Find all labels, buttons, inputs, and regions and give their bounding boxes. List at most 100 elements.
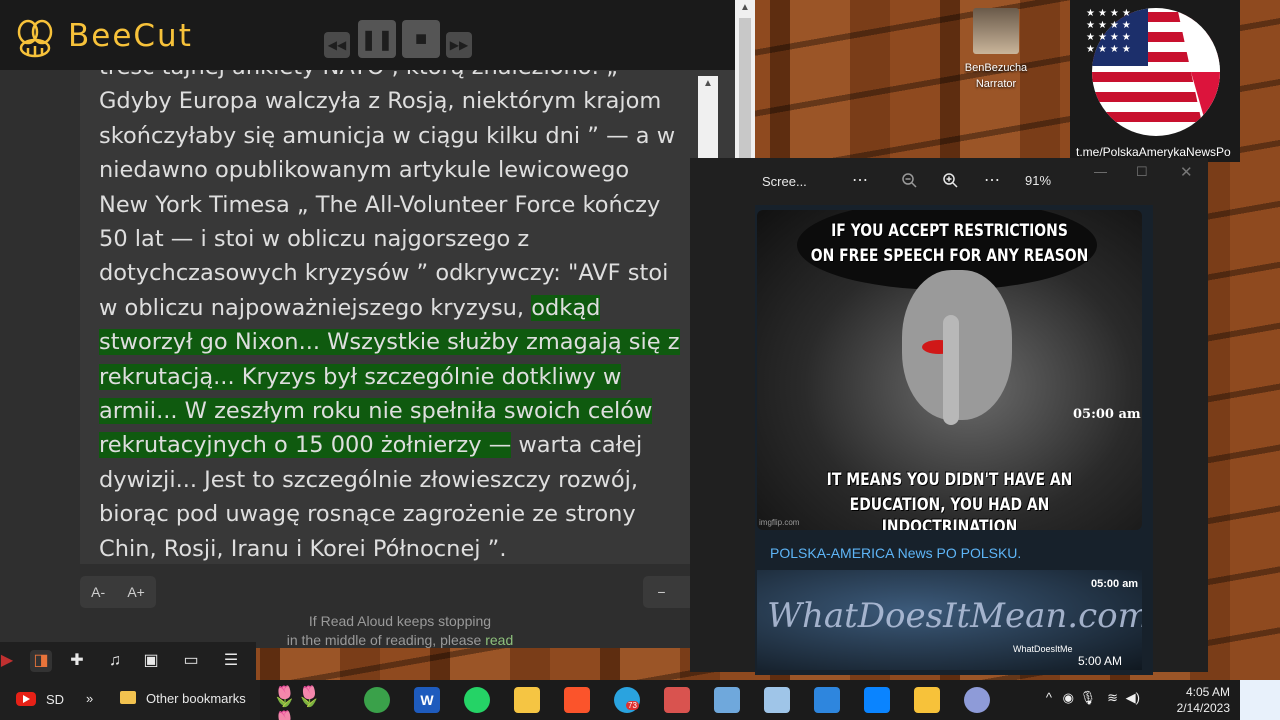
youtube-icon[interactable] [16, 692, 36, 706]
highlighted-text: stworzył go Nixon... Wszystkie służby zm… [99, 329, 680, 356]
pause-button[interactable]: ❚❚ [358, 20, 396, 58]
pause-icon: ❚❚ [360, 28, 394, 51]
notepad-icon[interactable] [714, 687, 740, 713]
photos-icon[interactable] [814, 687, 840, 713]
article-text-segment: biorąc pod uwagę rosnące zagrożenie ze s… [99, 501, 636, 528]
desktop-shortcut-narrator[interactable]: BenBezucha Narrator [960, 8, 1032, 92]
article-line: biorąc pod uwagę rosnące zagrożenie ze s… [99, 497, 699, 531]
meme-bottom-line-1: IT MEANS YOU DIDN'T HAVE AN [826, 470, 1073, 490]
article-line: Chin, Rosji, Iranu i Korei Północnej ”. [99, 532, 699, 564]
article-text-segment: w obliczu najpoważniejszego kryzysu, [99, 294, 532, 321]
article-line: rekrutacyjnych o 15 000 żołnierzy — wart… [99, 428, 699, 462]
media-player-icon[interactable] [864, 687, 890, 713]
stop-icon: ■ [414, 27, 428, 50]
telegram-badge: 73 [626, 701, 639, 710]
help-hint: If Read Aloud keeps stopping in the midd… [270, 612, 530, 650]
beecut-taskbar-icon[interactable] [914, 687, 940, 713]
scroll-up-arrow-icon[interactable]: ▲ [698, 76, 718, 92]
red-arrow-icon[interactable]: ▶ [0, 650, 18, 672]
article-text-segment: 50 lat — i stoi w obliczu najgorszego z [99, 226, 530, 253]
article-text-segment: dywizji... Jest to szczególnie złowieszc… [99, 466, 639, 493]
word-icon[interactable]: W [414, 687, 440, 713]
hint-line-2: in the middle of reading, please read [286, 632, 514, 648]
shortcut-label-1: BenBezucha [964, 62, 1028, 74]
show-desktop-button[interactable] [1240, 680, 1280, 720]
article-line: armii... W zeszłym roku nie spełniła swo… [99, 394, 699, 428]
other-bookmarks[interactable]: Other bookmarks [146, 691, 246, 706]
brave-browser-icon[interactable] [564, 687, 590, 713]
browser-extension-strip: ▶ ◨ ✚ ♫ ▣ ▭ ☰ [0, 642, 256, 680]
volume-icon[interactable]: ◀) [1126, 690, 1140, 706]
article-line: w obliczu najpoważniejszego kryzysu, odk… [99, 291, 699, 325]
sidebar-panel-icon[interactable]: ▣ [140, 650, 162, 672]
zoom-level: 91% [1025, 173, 1052, 188]
android-app-icon[interactable] [364, 687, 390, 713]
promo-small-text: WhatDoesItMe [1013, 644, 1073, 654]
microphone-icon[interactable]: 🎙 [1079, 690, 1096, 706]
article-line: stworzył go Nixon... Wszystkie służby zm… [99, 325, 699, 359]
article-text-segment: Chin, Rosji, Iranu i Korei Północnej ”. [99, 535, 507, 562]
close-icon[interactable]: ✕ [1180, 163, 1193, 181]
font-larger-button[interactable]: A+ [127, 584, 145, 600]
highlighted-text: odkąd [531, 294, 601, 321]
promo-time-top: 05:00 am [1091, 578, 1139, 590]
speed-minus-button[interactable]: − [657, 584, 665, 600]
bookmarks-bar: SD » Other bookmarks [0, 680, 260, 720]
maximize-icon[interactable]: ☐ [1136, 164, 1148, 180]
article-text: treść tajnej ankiety NATO , którą znalez… [99, 70, 699, 564]
beecut-toolbar: BeeCut ◀◀ ❚❚ ■ ▶▶ [0, 0, 735, 70]
forward-button[interactable]: ▶▶ [446, 32, 472, 58]
tray-app-icon[interactable]: ◉ [1063, 690, 1074, 706]
article-text-segment: treść tajnej ankiety NATO , którą znalez… [99, 70, 618, 80]
article-text-segment: warta całej [511, 432, 643, 459]
highlighted-text: rekrutacyjnych o 15 000 żołnierzy — [99, 432, 512, 459]
meme-top-line-2: ON FREE SPEECH FOR ANY REASON [810, 246, 1089, 266]
more-tools-icon[interactable]: ⋯ [984, 170, 1000, 190]
hint-link[interactable]: read [485, 632, 513, 648]
highlighted-text: armii... W zeszłym roku nie spełniła swo… [99, 398, 653, 425]
window-scroll-up-icon[interactable]: ▲ [735, 0, 755, 16]
read-aloud-extension-icon[interactable]: ◨ [30, 650, 52, 672]
telegram-icon[interactable]: 73 [614, 687, 640, 713]
article-line: dywizji... Jest to szczególnie złowieszc… [99, 463, 699, 497]
rewind-button[interactable]: ◀◀ [324, 32, 350, 58]
tulips-widget-icon[interactable]: 🌷🌷🌷 [272, 684, 344, 720]
obs-icon[interactable] [964, 687, 990, 713]
clock-date: 2/14/2023 [1176, 701, 1230, 715]
tray-overflow-icon[interactable]: ^ [1046, 690, 1052, 705]
wallet-icon[interactable]: ▭ [180, 650, 202, 672]
telegram-channel-tile[interactable]: ★★★★ ★★★★ ★★★★ ★★★★ [1070, 0, 1240, 162]
zoom-in-icon[interactable] [942, 172, 958, 188]
more-bookmarks-chevron[interactable]: » [86, 691, 93, 706]
more-options-icon[interactable]: ⋯ [852, 170, 868, 190]
meme-bottom-line-2: EDUCATION, YOU HAD AN INDOCTRINATION [849, 495, 1050, 530]
extensions-puzzle-icon[interactable]: ✚ [66, 650, 88, 672]
minimize-icon[interactable]: — [1094, 164, 1107, 179]
snipping-tool-icon[interactable] [664, 687, 690, 713]
reader-controls: A- A+ − + If Read Aloud keeps stopping i… [80, 564, 735, 648]
promo-image: WhatDoesItMean.com 05:00 am 5:00 AM What… [757, 570, 1142, 670]
clock-time: 4:05 AM [1185, 685, 1230, 699]
menu-icon[interactable]: ☰ [220, 650, 242, 672]
article-text-segment: skończyłaby się amunicja w ciągu kilku d… [99, 122, 676, 149]
media-queue-icon[interactable]: ♫ [104, 650, 126, 672]
bookmark-sd[interactable]: SD [46, 692, 64, 707]
telegram-link[interactable]: t.me/PolskaAmerykaNewsPo [1076, 145, 1231, 159]
viewer-title: Scree... [762, 174, 807, 189]
rewind-icon: ◀◀ [327, 38, 347, 52]
reader-side-strip [0, 70, 80, 648]
file-explorer-icon[interactable] [514, 687, 540, 713]
font-smaller-button[interactable]: A- [91, 584, 105, 600]
clock[interactable]: 4:05 AM 2/14/2023 [1177, 684, 1230, 716]
zoom-out-icon[interactable] [901, 172, 917, 188]
whatsapp-icon[interactable] [464, 687, 490, 713]
bee-logo-icon [17, 19, 53, 58]
reading-text-panel: treść tajnej ankiety NATO , którą znalez… [80, 70, 720, 564]
article-line: rekrutacją... Kryzys był szczególnie dot… [99, 360, 699, 394]
sticky-notes-icon[interactable] [764, 687, 790, 713]
article-text-segment: Gdyby Europa walczyła z Rosją, niektórym… [99, 88, 662, 115]
meme-time: 05:00 am [1073, 407, 1141, 422]
stop-button[interactable]: ■ [402, 20, 440, 58]
channel-name[interactable]: POLSKA-AMERICA News PO POLSKU. [770, 545, 1021, 561]
wifi-icon[interactable]: ≋ [1107, 690, 1118, 706]
